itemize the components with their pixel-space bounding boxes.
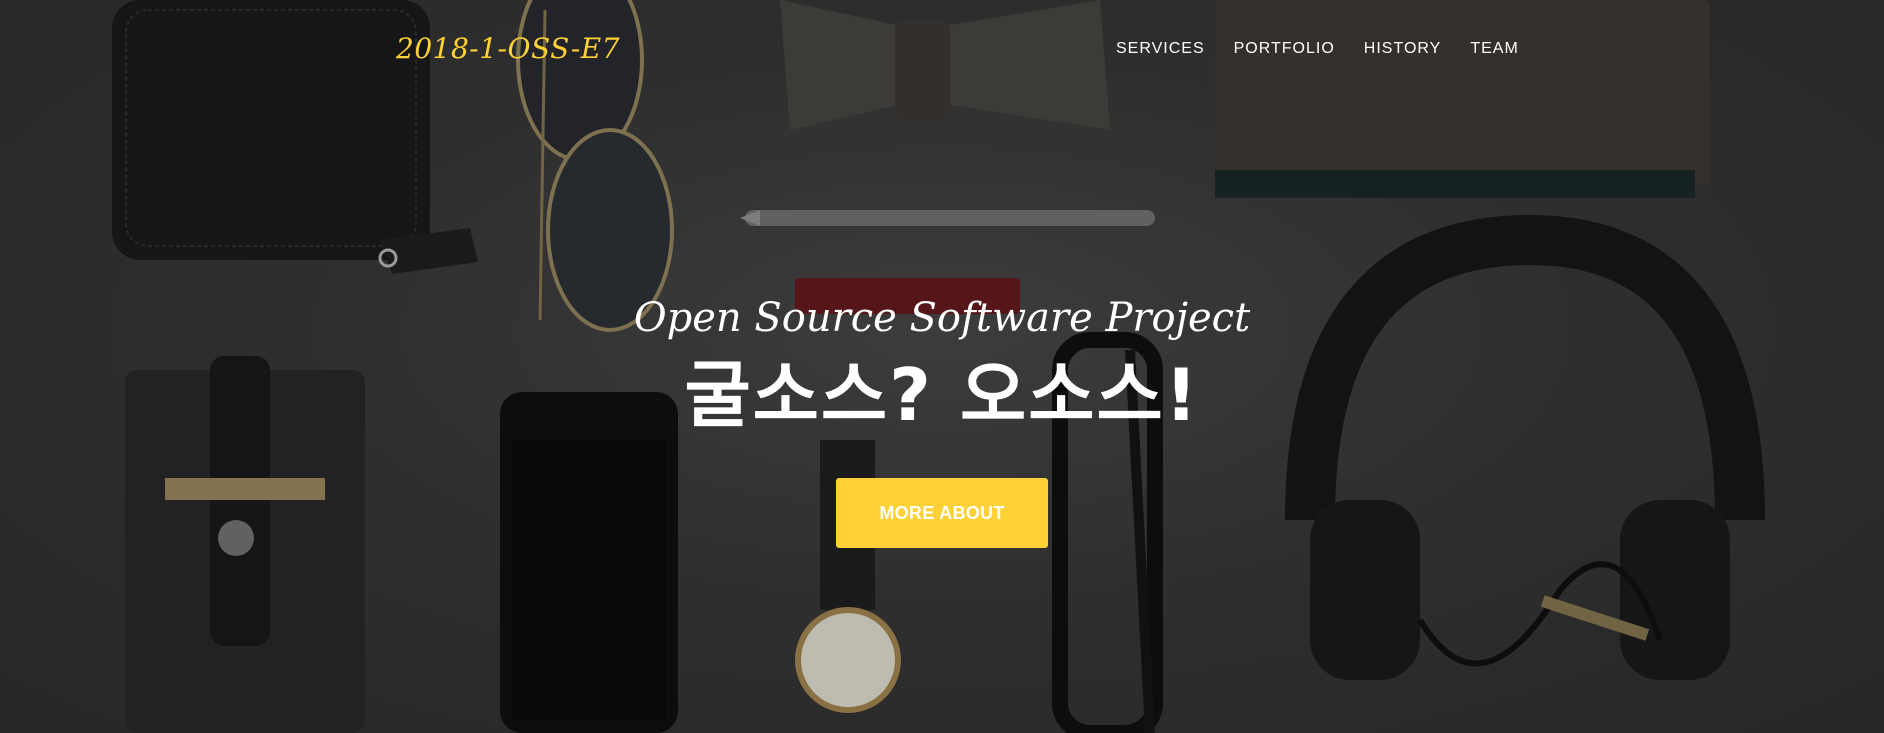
nav-link-portfolio[interactable]: PORTFOLIO	[1234, 40, 1335, 57]
more-about-button[interactable]: MORE ABOUT	[836, 478, 1048, 548]
intro-lead-in: Open Source Software Project	[633, 295, 1251, 341]
nav-menu: SERVICES PORTFOLIO HISTORY TEAM	[1116, 40, 1548, 58]
nav-item-portfolio: PORTFOLIO	[1234, 40, 1335, 58]
intro-section: Open Source Software Project 굴소스? 오소스! M…	[0, 290, 1884, 548]
nav-link-history[interactable]: HISTORY	[1364, 40, 1442, 57]
nav-item-team: TEAM	[1470, 40, 1518, 58]
brand-logo-link[interactable]: 2018-1-OSS-E7	[396, 32, 620, 65]
intro-heading: 굴소스? 오소스!	[684, 353, 1200, 437]
main-nav: 2018-1-OSS-E7 SERVICES PORTFOLIO HISTORY…	[0, 0, 1884, 100]
nav-link-team[interactable]: TEAM	[1470, 40, 1518, 57]
nav-item-history: HISTORY	[1364, 40, 1442, 58]
nav-item-services: SERVICES	[1116, 40, 1205, 58]
nav-link-services[interactable]: SERVICES	[1116, 40, 1205, 57]
